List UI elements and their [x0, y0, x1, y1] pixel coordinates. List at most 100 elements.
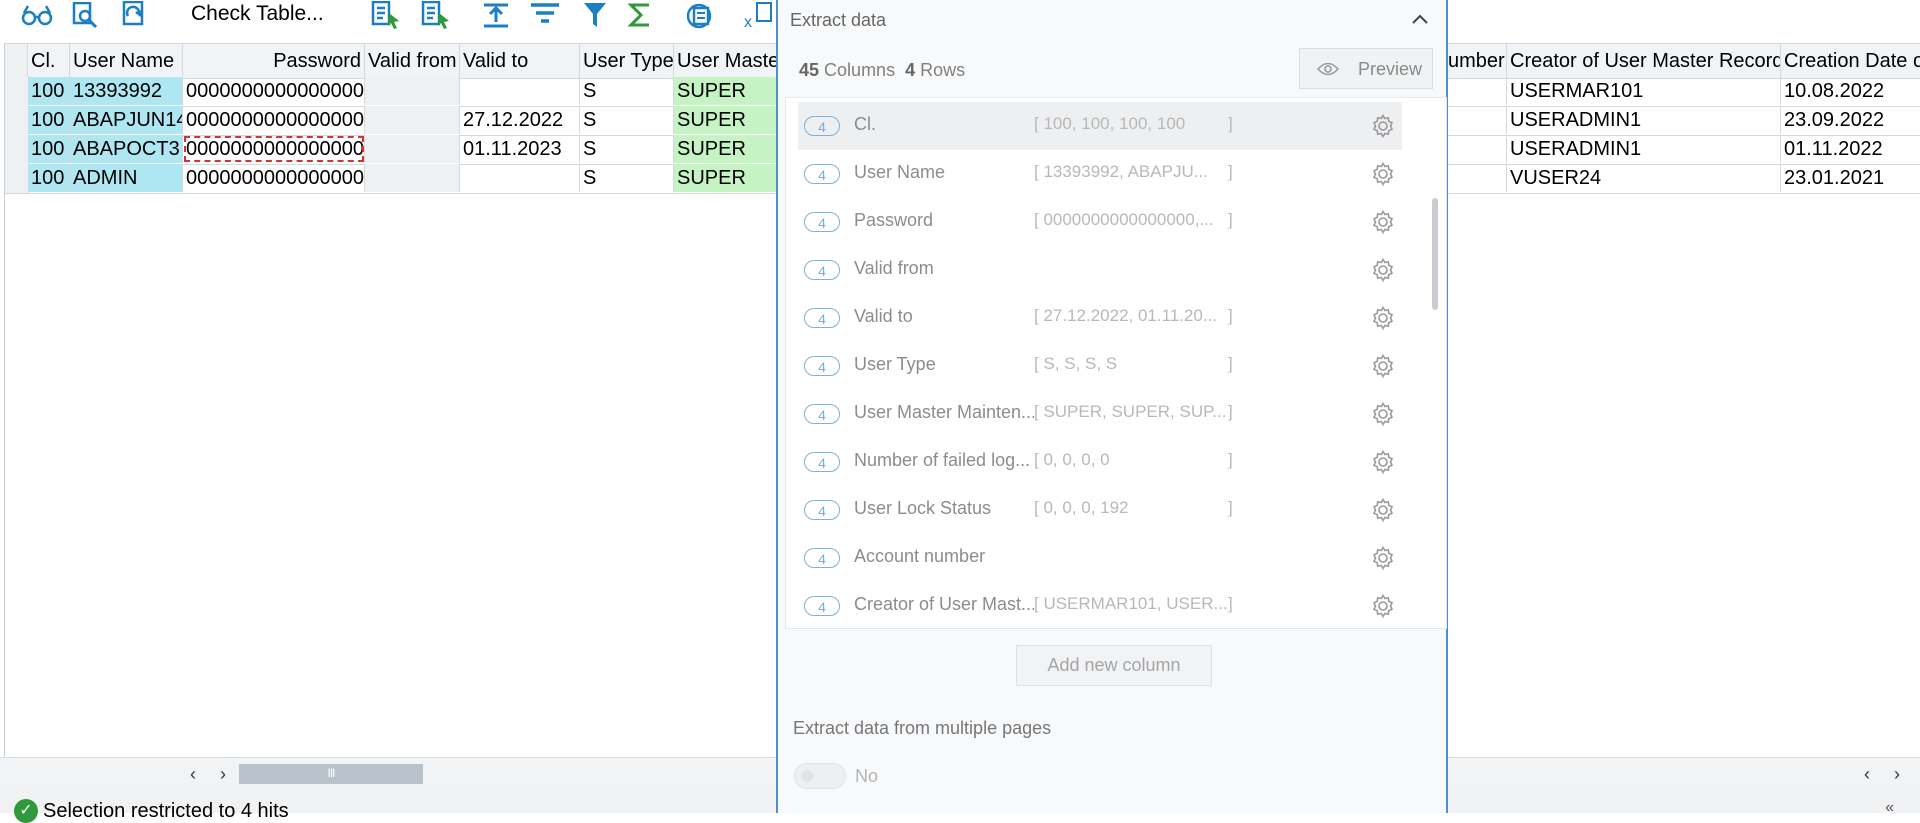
cell-cl[interactable]: 100: [28, 135, 70, 163]
select-first-icon[interactable]: [370, 0, 404, 30]
cell-valid-from[interactable]: [365, 164, 460, 192]
collapse-status-icon[interactable]: «: [1885, 799, 1894, 817]
cell-creator[interactable]: USERADMIN1: [1507, 135, 1781, 163]
col-header-cl[interactable]: Cl.: [28, 44, 70, 78]
cell-user-type[interactable]: S: [580, 135, 674, 163]
gear-icon[interactable]: [1371, 593, 1395, 623]
cell-password[interactable]: 0000000000000000: [183, 106, 365, 134]
cell-creation-date[interactable]: 01.11.2022: [1781, 135, 1920, 163]
col-header-user-type[interactable]: User Type: [580, 44, 674, 78]
cell-creation-date[interactable]: 23.09.2022: [1781, 106, 1920, 134]
cell-account-number[interactable]: [1445, 164, 1507, 192]
cell-user-master[interactable]: SUPER: [674, 135, 784, 163]
scroll-left-button[interactable]: ‹: [180, 758, 206, 790]
column-item-valid-to[interactable]: 4 Valid to [ 27.12.2022, 01.11.20... ]: [798, 294, 1402, 342]
gear-icon[interactable]: [1371, 401, 1395, 431]
gear-icon[interactable]: [1371, 497, 1395, 527]
cell-user-type[interactable]: S: [580, 164, 674, 192]
col-header-creator[interactable]: Creator of User Master Record: [1507, 44, 1781, 78]
gear-icon[interactable]: [1371, 113, 1395, 143]
cell-cl[interactable]: 100: [28, 106, 70, 134]
gear-icon[interactable]: [1371, 449, 1395, 479]
cell-valid-to[interactable]: 27.12.2022: [460, 106, 580, 134]
column-item-cl[interactable]: 4 Cl. [ 100, 100, 100, 100 ]: [798, 102, 1402, 150]
scroll-left-button-right[interactable]: ‹: [1854, 758, 1880, 790]
cell-valid-from[interactable]: [365, 135, 460, 163]
col-header-creation-date[interactable]: Creation Date o: [1781, 44, 1920, 78]
column-item-user-type[interactable]: 4 User Type [ S, S, S, S ]: [798, 342, 1402, 390]
gear-icon[interactable]: [1371, 353, 1395, 383]
funnel-icon[interactable]: [580, 0, 610, 30]
row-selector[interactable]: [5, 77, 29, 106]
cell-user-name[interactable]: 13393992: [70, 77, 183, 105]
cell-account-number[interactable]: [1445, 135, 1507, 163]
scroll-thumb[interactable]: III: [239, 764, 423, 784]
add-new-column-button[interactable]: Add new column: [1016, 645, 1212, 686]
col-header-valid-from[interactable]: Valid from: [365, 44, 460, 78]
column-item-user-name[interactable]: 4 User Name [ 13393992, ABAPJU... ]: [798, 150, 1402, 198]
cell-creation-date[interactable]: 23.01.2021: [1781, 164, 1920, 192]
cell-account-number[interactable]: [1445, 77, 1507, 105]
gear-icon[interactable]: [1371, 545, 1395, 575]
column-item-failed-logons[interactable]: 4 Number of failed log... [ 0, 0, 0, 0 ]: [798, 438, 1402, 486]
sum-icon[interactable]: [625, 0, 655, 30]
gear-icon[interactable]: [1371, 161, 1395, 191]
check-table-button[interactable]: Check Table...: [191, 0, 324, 28]
gear-icon[interactable]: [1371, 257, 1395, 287]
cell-user-name[interactable]: ABAPOCT3: [70, 135, 183, 163]
search-doc-icon[interactable]: [70, 0, 100, 30]
chevron-up-icon[interactable]: [1408, 8, 1432, 32]
column-item-password[interactable]: 4 Password [ 0000000000000000,... ]: [798, 198, 1402, 246]
select-next-icon[interactable]: [420, 0, 454, 30]
row-selector-header[interactable]: [5, 44, 28, 78]
cell-creator[interactable]: USERADMIN1: [1507, 106, 1781, 134]
cell-creator[interactable]: VUSER24: [1507, 164, 1781, 192]
cell-account-number[interactable]: [1445, 106, 1507, 134]
cell-valid-to[interactable]: 01.11.2023: [460, 135, 580, 163]
col-header-password[interactable]: Password: [183, 44, 365, 78]
cell-cl[interactable]: 100: [28, 164, 70, 192]
filter-icon[interactable]: [528, 0, 562, 30]
cell-creator[interactable]: USERMAR101: [1507, 77, 1781, 105]
cell-valid-from[interactable]: [365, 106, 460, 134]
column-list-scrollbar[interactable]: [1432, 198, 1438, 310]
export-icon[interactable]: [684, 0, 718, 30]
align-top-icon[interactable]: [480, 0, 512, 30]
column-item-lock-status[interactable]: 4 User Lock Status [ 0, 0, 0, 192 ]: [798, 486, 1402, 534]
row-selector[interactable]: [5, 135, 29, 164]
cell-valid-to[interactable]: [460, 77, 580, 105]
column-item-valid-from[interactable]: 4 Valid from: [798, 246, 1402, 294]
cell-password[interactable]: 0000000000000000: [183, 77, 365, 105]
col-header-valid-to[interactable]: Valid to: [460, 44, 580, 78]
preview-button[interactable]: Preview: [1299, 48, 1433, 89]
cell-valid-to[interactable]: [460, 164, 580, 192]
cell-valid-from[interactable]: [365, 77, 460, 105]
multi-page-toggle[interactable]: [794, 763, 846, 789]
col-header-user-name[interactable]: User Name: [70, 44, 183, 78]
column-item-creator[interactable]: 4 Creator of User Mast... [ USERMAR101, …: [798, 582, 1402, 630]
col-header-account-number[interactable]: umber: [1445, 44, 1507, 78]
cell-creation-date[interactable]: 10.08.2022: [1781, 77, 1920, 105]
cell-user-master[interactable]: SUPER: [674, 77, 784, 105]
gear-icon[interactable]: [1371, 209, 1395, 239]
cell-password[interactable]: 0000000000000000: [183, 164, 365, 192]
excel-icon[interactable]: x: [742, 0, 774, 30]
scroll-right-button-right[interactable]: ›: [1884, 758, 1910, 790]
cell-user-type[interactable]: S: [580, 106, 674, 134]
cell-user-name[interactable]: ADMIN: [70, 164, 183, 192]
cell-password-focused[interactable]: 0000000000000000: [183, 135, 365, 163]
row-selector[interactable]: [5, 106, 29, 135]
gear-icon[interactable]: [1371, 305, 1395, 335]
cell-cl[interactable]: 100: [28, 77, 70, 105]
col-header-user-master[interactable]: User Master: [674, 44, 784, 78]
glasses-icon[interactable]: [20, 0, 54, 30]
cell-user-master[interactable]: SUPER: [674, 164, 784, 192]
cell-user-type[interactable]: S: [580, 77, 674, 105]
row-selector[interactable]: [5, 164, 29, 193]
column-item-account-number[interactable]: 4 Account number: [798, 534, 1402, 582]
scroll-right-button[interactable]: ›: [210, 758, 236, 790]
refresh-icon[interactable]: [118, 0, 150, 30]
column-item-user-master[interactable]: 4 User Master Mainten... [ SUPER, SUPER,…: [798, 390, 1402, 438]
cell-user-master[interactable]: SUPER: [674, 106, 784, 134]
cell-user-name[interactable]: ABAPJUN14: [70, 106, 183, 134]
